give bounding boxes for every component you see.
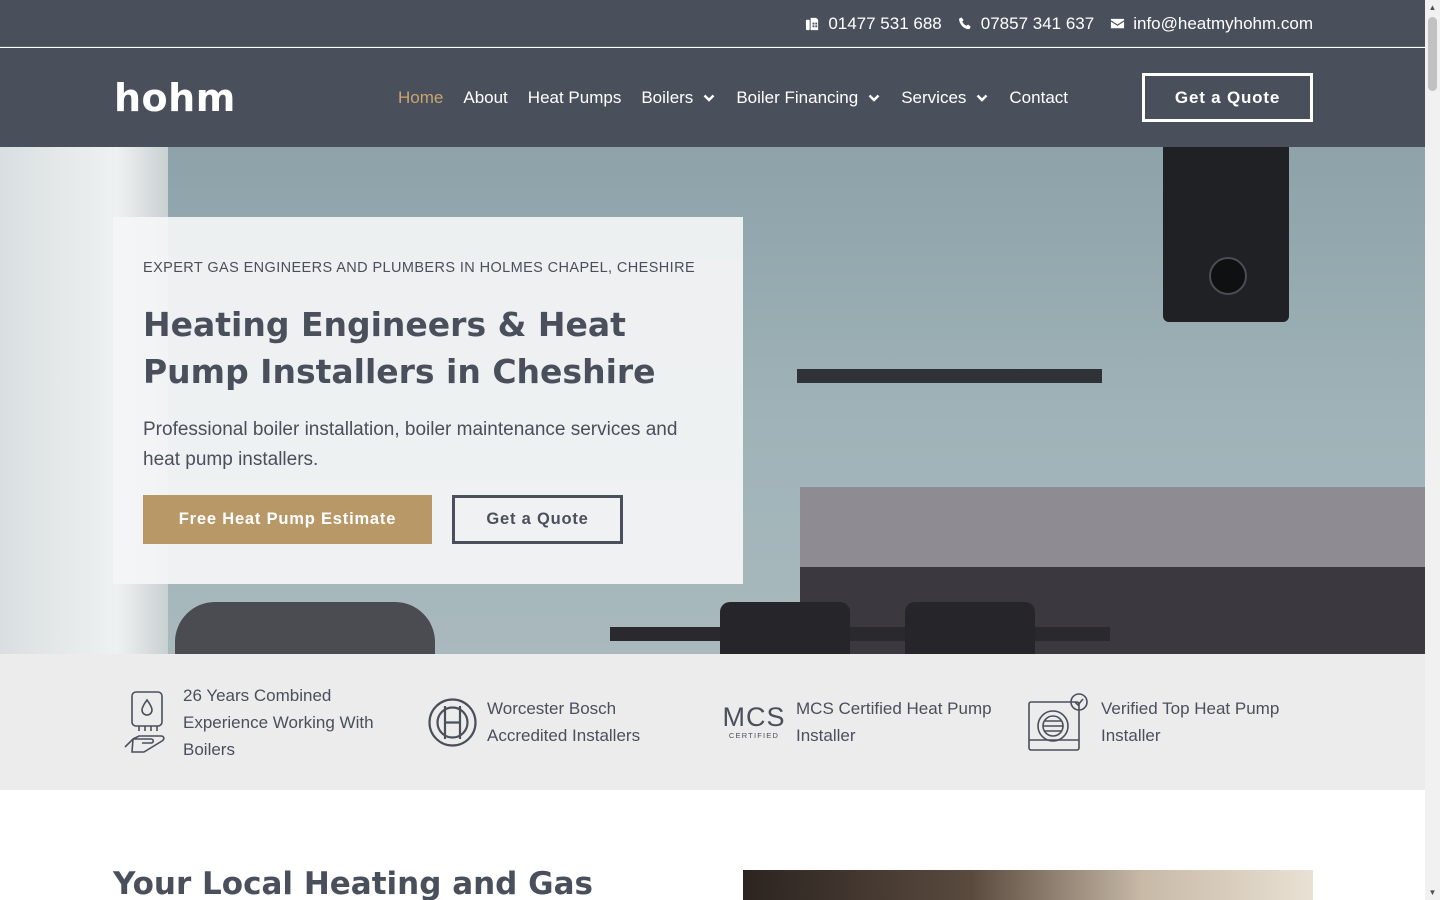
hero-bg-chair xyxy=(720,602,850,654)
feature-text: Verified Top Heat Pump Installer xyxy=(1101,699,1280,745)
boiler-hand-icon xyxy=(124,691,165,753)
chevron-down-icon xyxy=(977,94,988,102)
nav-item-home[interactable]: Home xyxy=(398,88,443,108)
feature-text: Worcester Bosch Accredited Installers xyxy=(487,699,641,745)
page-scrollbar[interactable]: ▲ ▼ xyxy=(1425,0,1440,900)
main-nav: Home About Heat Pumps Boilers Boiler Fin… xyxy=(398,48,1088,147)
feature-top-installer: Verified Top Heat Pump Installer xyxy=(1027,654,1307,790)
nav-label: Contact xyxy=(1009,87,1068,107)
site-header: hohm Home About Heat Pumps Boilers Boile… xyxy=(0,48,1425,147)
features-strip: 26 Years Combined Experience Working Wit… xyxy=(0,654,1425,790)
top-contact-bar: 01477 531 688 07857 341 637 info@heatmyh… xyxy=(0,0,1425,47)
fax-phone-icon xyxy=(806,17,819,31)
nav-item-contact[interactable]: Contact xyxy=(1009,88,1068,108)
nav-label: Home xyxy=(398,87,444,107)
email-address: info@heatmyhohm.com xyxy=(1133,13,1313,33)
nav-label: Services xyxy=(901,87,967,107)
mcs-certified-logo: MCS CERTIFIED xyxy=(722,702,786,741)
nav-label: Heat Pumps xyxy=(527,87,622,107)
nav-label: Boiler Financing xyxy=(736,87,859,107)
scroll-up-arrow[interactable]: ▲ xyxy=(1425,0,1440,15)
landline-number: 01477 531 688 xyxy=(828,13,942,33)
site-logo[interactable]: hohm xyxy=(114,76,236,120)
hero-eyebrow: EXPERT GAS ENGINEERS AND PLUMBERS IN HOL… xyxy=(143,260,696,276)
nav-item-boilers[interactable]: Boilers xyxy=(641,88,716,108)
feature-text: MCS Certified Heat Pump Installer xyxy=(796,699,992,745)
bosch-logo-icon xyxy=(428,697,477,747)
feature-mcs-certified: MCS CERTIFIED MCS Certified Heat Pump In… xyxy=(722,654,1002,790)
chevron-down-icon xyxy=(868,94,880,102)
nav-item-boiler-financing[interactable]: Boiler Financing xyxy=(736,88,881,108)
section-title: Your Local Heating and Gas xyxy=(113,866,593,900)
heat-pump-award-icon xyxy=(1028,693,1088,751)
email-link[interactable]: info@heatmyhohm.com xyxy=(1110,14,1313,34)
phone-icon xyxy=(958,17,971,30)
nav-item-about[interactable]: About xyxy=(463,88,507,108)
mcs-logo-text: MCS xyxy=(722,702,786,732)
free-heat-pump-estimate-button[interactable]: Free Heat Pump Estimate xyxy=(143,495,432,544)
hero-section: EXPERT GAS ENGINEERS AND PLUMBERS IN HOL… xyxy=(0,147,1425,654)
envelope-icon xyxy=(1111,18,1125,29)
feature-text: 26 Years Combined Experience Working Wit… xyxy=(183,685,374,759)
hero-bg-chair xyxy=(905,602,1035,654)
feature-experience: 26 Years Combined Experience Working Wit… xyxy=(122,654,412,790)
nav-item-heat-pumps[interactable]: Heat Pumps xyxy=(528,88,622,108)
scroll-thumb[interactable] xyxy=(1428,17,1437,91)
hero-card: EXPERT GAS ENGINEERS AND PLUMBERS IN HOL… xyxy=(113,217,743,584)
mcs-logo-subtext: CERTIFIED xyxy=(728,731,780,740)
hero-title: Heating Engineers & Heat Pump Installers… xyxy=(143,305,656,391)
nav-label: Boilers xyxy=(641,87,694,107)
nav-label: About xyxy=(463,87,508,107)
hero-bg-shelf xyxy=(797,369,1102,383)
nav-item-services[interactable]: Services xyxy=(901,88,989,108)
header-get-quote-button[interactable]: Get a Quote xyxy=(1142,73,1313,122)
landline-link[interactable]: 01477 531 688 xyxy=(805,13,942,34)
hero-subtitle: Professional boiler installation, boiler… xyxy=(143,419,678,470)
mobile-number: 07857 341 637 xyxy=(980,13,1095,33)
hero-bg-armchair xyxy=(175,602,435,654)
section-image xyxy=(743,870,1313,900)
hero-bg-table xyxy=(610,627,1110,641)
feature-worcester-bosch: Worcester Bosch Accredited Installers xyxy=(427,654,687,790)
scroll-down-arrow[interactable]: ▼ xyxy=(1425,885,1440,900)
mobile-link[interactable]: 07857 341 637 xyxy=(958,14,1094,34)
chevron-down-icon xyxy=(703,94,715,102)
hero-get-quote-button[interactable]: Get a Quote xyxy=(452,495,623,544)
hero-bg-boiler xyxy=(1163,147,1289,322)
